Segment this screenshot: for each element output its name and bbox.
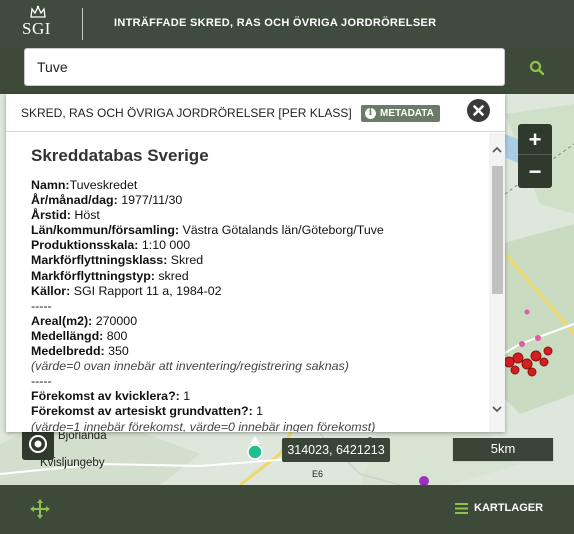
conditions-note: (värde=1 innebär förekomst, värde=0 inne… [31, 419, 376, 433]
measures-note: (värde=0 ovan innebär att inventering/re… [31, 359, 349, 374]
attribute-value: Skred [167, 253, 204, 268]
target-icon [29, 435, 47, 453]
attribute-label: Areal(m2): [31, 313, 93, 328]
separator: ----- [31, 298, 52, 313]
attribute-value: Tuveskredet [69, 178, 138, 192]
search-input[interactable] [24, 48, 505, 86]
attribute-label: Källor: [31, 283, 71, 298]
attribute-label: Medellängd: [31, 328, 104, 343]
zoom-control: + − [518, 124, 552, 188]
attribute-row: Årstid: Höst [31, 208, 489, 223]
chevron-up-icon [492, 146, 502, 153]
attribute-row: Medelbredd: 350 [31, 344, 489, 359]
popup-content: Skreddatabas Sverige Namn:Tuveskredet År… [6, 133, 489, 432]
crown-icon [30, 5, 46, 18]
app-window: SGI INTRÄFFADE SKRED, RAS OCH ÖVRIGA JOR… [0, 0, 574, 534]
chevron-down-icon [492, 405, 502, 412]
attribute-value: SGI Rapport 11 a, 1984-02 [70, 283, 222, 298]
zoom-out-button[interactable]: − [518, 156, 552, 187]
attribute-value: 270000 [92, 313, 138, 328]
metadata-label: METADATA [380, 108, 434, 119]
attribute-row: År/månad/dag: 1977/11/30 [31, 193, 489, 208]
scroll-thumb[interactable] [492, 166, 503, 294]
move-icon[interactable] [30, 499, 50, 519]
map-layers-button[interactable]: KARTLAGER [455, 502, 543, 514]
search-button[interactable] [522, 54, 552, 82]
attribute-row: Län/kommun/församling: Västra Götalands … [31, 223, 489, 238]
road-label: E6 [312, 469, 324, 479]
attribute-value: 1:10 000 [138, 238, 191, 253]
popup-header: SKRED, RAS OCH ÖVRIGA JORDRÖRELSER [PER … [6, 94, 505, 132]
attribute-row: Förekomst av artesiskt grundvatten?: 1 [31, 404, 489, 419]
attribute-value: 1977/11/30 [117, 193, 183, 208]
attribute-value: Västra Götalands län/Göteborg/Tuve [179, 223, 384, 238]
attribute-row: Förekomst av kvicklera?: 1 [31, 389, 489, 404]
selected-location-marker[interactable] [244, 436, 266, 462]
map-layers-label: KARTLAGER [474, 502, 544, 514]
attribute-label: Förekomst av artesiskt grundvatten?: [31, 404, 253, 419]
popup-heading: Skreddatabas Sverige [31, 146, 209, 165]
attribute-label: Län/kommun/församling: [31, 223, 180, 238]
separator: ----- [31, 374, 52, 389]
attribute-value: 800 [103, 328, 128, 343]
sgi-logo[interactable]: SGI [18, 5, 58, 43]
attribute-row: Areal(m2): 270000 [31, 314, 489, 329]
coordinate-readout: 314023, 6421213 [282, 438, 390, 462]
attribute-value: 1 [179, 389, 191, 404]
menu-icon [455, 502, 468, 514]
search-icon [529, 60, 545, 76]
attribute-row: Markförflyttningstyp: skred [31, 269, 489, 284]
attribute-row: Medellängd: 800 [31, 329, 489, 344]
app-header: SGI INTRÄFFADE SKRED, RAS OCH ÖVRIGA JOR… [0, 0, 574, 48]
attribute-label: Årstid: [31, 208, 71, 223]
app-footer: KARTLAGER [0, 485, 574, 534]
attribute-row: Namn:Tuveskredet [31, 178, 489, 193]
popup-scrollbar[interactable] [489, 133, 505, 432]
attribute-label: Produktionsskala: [31, 238, 139, 253]
attribute-label: Namn: [31, 178, 70, 192]
info-icon: i [365, 108, 376, 119]
scroll-up-button[interactable] [489, 141, 505, 157]
close-icon [473, 105, 484, 116]
attribute-label: Förekomst av kvicklera?: [31, 389, 180, 404]
attribute-label: Medelbredd: [31, 344, 105, 359]
close-button[interactable] [467, 99, 490, 122]
header-divider [82, 8, 83, 40]
attribute-row: Källor: SGI Rapport 11 a, 1984-02 [31, 284, 489, 299]
app-title: INTRÄFFADE SKRED, RAS OCH ÖVRIGA JORDRÖR… [114, 17, 437, 29]
attribute-value: 1 [252, 404, 264, 419]
scroll-down-button[interactable] [489, 401, 505, 417]
attribute-row: Markförflyttningsklass: Skred [31, 253, 489, 268]
attribute-value: Höst [70, 208, 100, 223]
zoom-in-button[interactable]: + [518, 124, 552, 155]
feature-info-popup: SKRED, RAS OCH ÖVRIGA JORDRÖRELSER [PER … [6, 94, 505, 432]
logo-text: SGI [22, 19, 51, 38]
locate-button[interactable] [22, 428, 54, 460]
attribute-label: År/månad/dag: [31, 193, 118, 208]
metadata-button[interactable]: i METADATA [361, 105, 440, 122]
search-bar [0, 48, 574, 94]
attribute-label: Markförflyttningsklass: [31, 253, 168, 268]
attribute-value: 350 [104, 344, 129, 359]
attribute-value: skred [154, 268, 189, 283]
scale-bar: 5km [452, 438, 554, 462]
attribute-label: Markförflyttningstyp: [31, 268, 155, 283]
attribute-row: Produktionsskala: 1:10 000 [31, 238, 489, 253]
popup-title: SKRED, RAS OCH ÖVRIGA JORDRÖRELSER [PER … [21, 106, 352, 120]
